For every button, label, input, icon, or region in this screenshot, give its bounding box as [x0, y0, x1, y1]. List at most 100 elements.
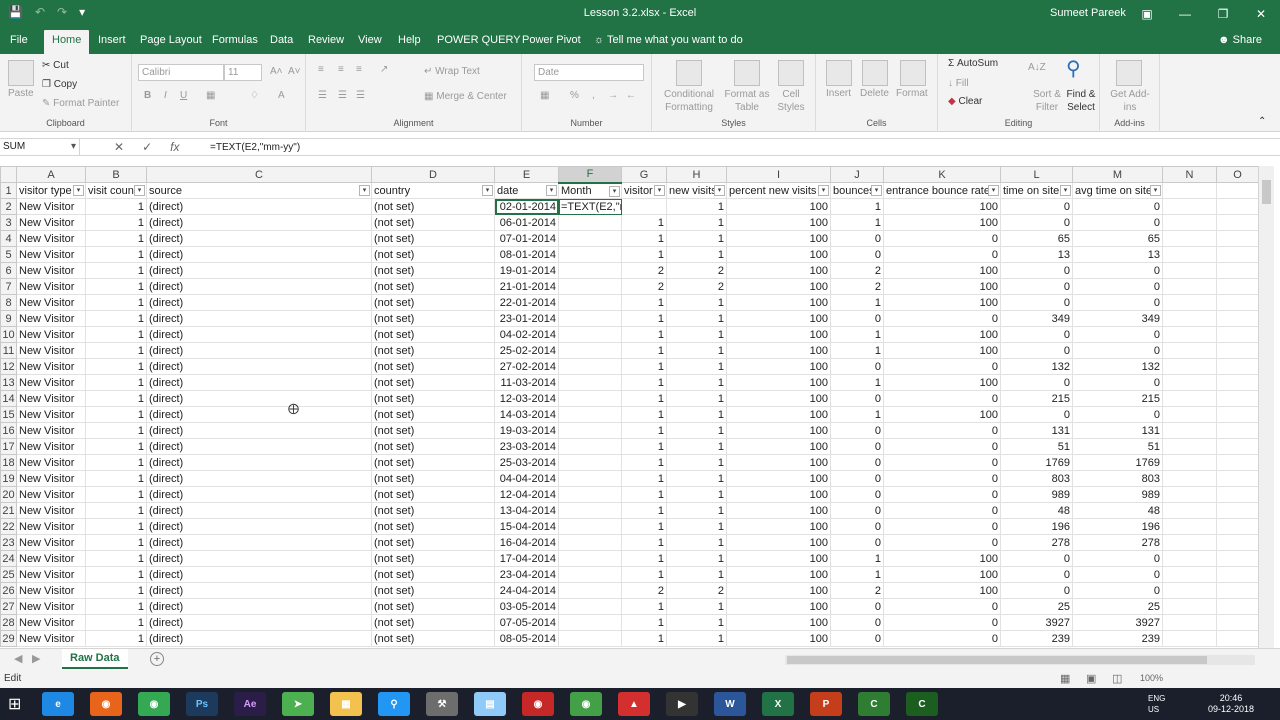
cell[interactable]: 100: [726, 470, 831, 487]
cell[interactable]: 0: [1072, 406, 1163, 423]
filter-dropdown-icon[interactable]: ▾: [482, 185, 493, 196]
cell[interactable]: 21-01-2014: [494, 278, 559, 295]
column-header[interactable]: J: [830, 166, 884, 183]
cell[interactable]: 06-01-2014: [494, 214, 559, 231]
header-cell[interactable]: visit count ▾: [85, 182, 147, 199]
cell[interactable]: 1: [830, 374, 884, 391]
cell[interactable]: 1: [85, 550, 147, 567]
formula-input[interactable]: =TEXT(E2,"mm-yy"): [210, 142, 300, 153]
font-name-select[interactable]: Calibri: [138, 64, 224, 81]
header-cell[interactable]: percent new visits ▾: [726, 182, 831, 199]
cell[interactable]: 51: [1072, 438, 1163, 455]
cell[interactable]: (direct): [146, 278, 372, 295]
cell-table[interactable]: ABCDEFGHIJKLMNO 1 visitor type ▾ visit coun…: [0, 166, 1258, 647]
cell[interactable]: (direct): [146, 422, 372, 439]
cell[interactable]: New Visitor: [16, 502, 86, 519]
tab-view[interactable]: View: [358, 34, 382, 46]
cell[interactable]: [1216, 534, 1258, 551]
cell[interactable]: 100: [883, 326, 1001, 343]
page-break-view-icon[interactable]: ◫: [1112, 672, 1122, 685]
header-cell[interactable]: avg time on site ▾: [1072, 182, 1163, 199]
wrap-text-button[interactable]: ↵ Wrap Text: [424, 66, 480, 77]
cell[interactable]: 0: [1072, 550, 1163, 567]
cell[interactable]: 1: [85, 310, 147, 327]
cell[interactable]: 196: [1000, 518, 1073, 535]
tab-page-layout[interactable]: Page Layout: [140, 34, 202, 46]
cell[interactable]: (not set): [371, 614, 495, 631]
file-explorer-icon[interactable]: ▦: [330, 692, 362, 716]
cell[interactable]: 1: [85, 198, 147, 215]
column-header[interactable]: I: [726, 166, 831, 183]
cell[interactable]: 1: [666, 502, 727, 519]
cell[interactable]: 25-02-2014: [494, 342, 559, 359]
format-cells-icon[interactable]: [900, 60, 926, 86]
cell[interactable]: 0: [1072, 566, 1163, 583]
cell[interactable]: 1: [85, 262, 147, 279]
filter-dropdown-icon[interactable]: ▾: [359, 185, 370, 196]
format-cells-button[interactable]: Format: [896, 88, 928, 99]
cell[interactable]: [558, 454, 622, 471]
row-header[interactable]: 17: [0, 438, 17, 455]
cell[interactable]: [1216, 598, 1258, 615]
cell[interactable]: 0: [1072, 374, 1163, 391]
cell[interactable]: 1: [85, 566, 147, 583]
cell[interactable]: (direct): [146, 566, 372, 583]
cell[interactable]: 0: [1000, 294, 1073, 311]
ie-icon[interactable]: e: [42, 692, 74, 716]
cell[interactable]: 51: [1000, 438, 1073, 455]
cell[interactable]: 24-04-2014: [494, 582, 559, 599]
cell[interactable]: 215: [1000, 390, 1073, 407]
cell[interactable]: [558, 358, 622, 375]
tab-home[interactable]: Home: [44, 30, 90, 54]
name-box[interactable]: SUM ▾: [0, 139, 80, 156]
border-icon[interactable]: ▦: [206, 90, 215, 101]
globe-icon[interactable]: ◉: [570, 692, 602, 716]
cell[interactable]: 1: [621, 454, 667, 471]
cell[interactable]: 25: [1000, 598, 1073, 615]
sheet-tab-raw-data[interactable]: Raw Data: [62, 649, 128, 669]
restore-icon[interactable]: ❐: [1204, 0, 1242, 28]
fill-button[interactable]: ↓ Fill: [948, 78, 969, 89]
cell[interactable]: 1: [85, 342, 147, 359]
cell[interactable]: 15-04-2014: [494, 518, 559, 535]
cell[interactable]: (not set): [371, 566, 495, 583]
tab-insert[interactable]: Insert: [98, 34, 126, 46]
cell[interactable]: New Visitor: [16, 326, 86, 343]
cell[interactable]: 48: [1072, 502, 1163, 519]
cancel-icon[interactable]: ✕: [114, 140, 124, 154]
cell[interactable]: 1: [85, 358, 147, 375]
cell[interactable]: [558, 614, 622, 631]
cell[interactable]: [1162, 470, 1217, 487]
cell[interactable]: [1162, 630, 1217, 647]
cell[interactable]: 1: [666, 342, 727, 359]
cell[interactable]: 278: [1072, 534, 1163, 551]
cell[interactable]: [1216, 582, 1258, 599]
powerpoint-icon[interactable]: P: [810, 692, 842, 716]
format-as-table-icon[interactable]: [734, 60, 760, 86]
cell[interactable]: (direct): [146, 454, 372, 471]
column-header[interactable]: N: [1162, 166, 1217, 183]
acrobat-icon[interactable]: ▲: [618, 692, 650, 716]
filter-dropdown-icon[interactable]: ▾: [73, 185, 84, 196]
cell[interactable]: 1: [666, 630, 727, 647]
cell[interactable]: [1216, 198, 1258, 215]
cell[interactable]: (direct): [146, 470, 372, 487]
cell[interactable]: (direct): [146, 630, 372, 647]
row-header[interactable]: 12: [0, 358, 17, 375]
cell[interactable]: 0: [1000, 262, 1073, 279]
cell[interactable]: [1162, 374, 1217, 391]
cell[interactable]: 100: [726, 582, 831, 599]
cell[interactable]: 1: [666, 470, 727, 487]
cell[interactable]: [1162, 390, 1217, 407]
cell[interactable]: 0: [883, 390, 1001, 407]
cell[interactable]: 1: [621, 550, 667, 567]
cell[interactable]: 1: [666, 230, 727, 247]
cell[interactable]: 0: [883, 438, 1001, 455]
normal-view-icon[interactable]: ▦: [1060, 672, 1070, 685]
cell[interactable]: 349: [1072, 310, 1163, 327]
row-header[interactable]: 22: [0, 518, 17, 535]
cell[interactable]: [558, 294, 622, 311]
cell[interactable]: 1: [621, 294, 667, 311]
filter-dropdown-icon[interactable]: ▾: [871, 185, 882, 196]
cell[interactable]: (not set): [371, 486, 495, 503]
